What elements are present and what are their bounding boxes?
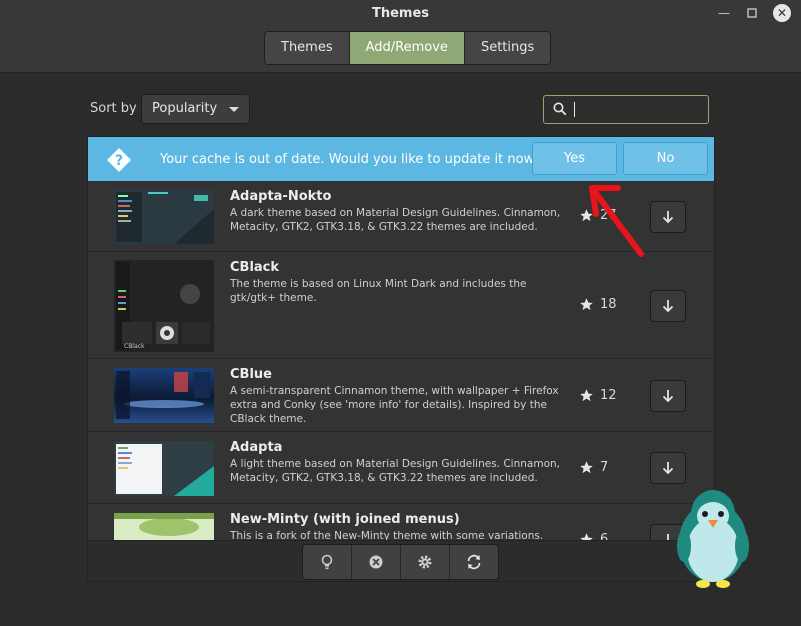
tab-settings[interactable]: Settings [464,32,551,64]
cache-update-banner: ? Your cache is out of date. Would you l… [88,137,714,181]
star-icon [580,461,593,474]
install-button[interactable] [650,380,686,412]
theme-thumbnail: CBlack [114,260,214,352]
refresh-icon [467,554,481,570]
more-info-button[interactable] [303,545,352,579]
tab-themes[interactable]: Themes [265,32,350,64]
red-arrow-annotation [589,185,644,257]
theme-description: A dark theme based on Material Design Gu… [230,207,561,233]
theme-name: New-Minty (with joined menus) [230,512,460,527]
configure-button[interactable] [401,545,450,579]
theme-thumbnail [114,189,214,244]
star-count: 12 [600,388,617,403]
install-button[interactable] [650,452,686,484]
download-arrow-icon [662,211,674,224]
uninstall-button[interactable] [352,545,401,579]
search-icon [553,102,567,116]
remove-icon [369,555,383,569]
star-icon [580,298,593,311]
lightbulb-icon [321,554,333,569]
question-icon: ? [107,148,131,172]
download-arrow-icon [662,300,674,313]
star-count: 18 [600,297,617,312]
banner-message: Your cache is out of date. Would you lik… [160,152,542,167]
no-button[interactable]: No [623,142,708,175]
theme-name: Adapta-Nokto [230,189,332,204]
tab-bar: Themes Add/Remove Settings [264,31,552,65]
theme-name: Adapta [230,440,283,455]
star-icon [580,389,593,402]
theme-thumbnail [114,441,214,496]
maximize-icon[interactable] [743,4,761,22]
sort-dropdown[interactable]: Popularity [141,94,250,124]
sort-value: Popularity [152,101,218,116]
list-item[interactable]: CBlack CBlack The theme is based on Linu… [88,252,714,359]
theme-thumbnail [114,368,214,423]
theme-name: CBlack [230,260,280,275]
download-arrow-icon [662,390,674,403]
window-title: Themes [371,6,430,21]
theme-description: The theme is based on Linux Mint Dark an… [230,278,527,304]
minimize-icon[interactable]: — [715,4,733,22]
svg-text:?: ? [115,153,123,169]
close-window-icon[interactable]: ✕ [773,4,791,22]
refresh-button[interactable] [450,545,498,579]
sort-by-label: Sort by [90,101,137,116]
theme-description: A semi-transparent Cinnamon theme, with … [230,385,559,425]
star-count: 7 [600,460,609,475]
chevron-down-icon [229,107,239,112]
install-button[interactable] [650,290,686,322]
penguin-mascot-icon [677,490,749,588]
title-bar: Themes — ✕ Themes Add/Remove Settings [0,0,801,73]
tab-add-remove[interactable]: Add/Remove [349,32,465,64]
text-cursor [574,102,575,117]
search-input[interactable] [543,95,709,124]
footer-toolbar [88,540,714,581]
theme-name: CBlue [230,367,272,382]
install-button[interactable] [650,201,686,233]
yes-button[interactable]: Yes [532,142,617,175]
footer-button-group [302,544,499,580]
download-arrow-icon [662,462,674,475]
theme-description: A light theme based on Material Design G… [230,458,560,484]
list-item[interactable]: CBlue A semi-transparent Cinnamon theme,… [88,359,714,432]
list-item[interactable]: Adapta A light theme based on Material D… [88,432,714,504]
svg-text:CBlack: CBlack [124,343,145,350]
gear-icon [418,555,432,569]
